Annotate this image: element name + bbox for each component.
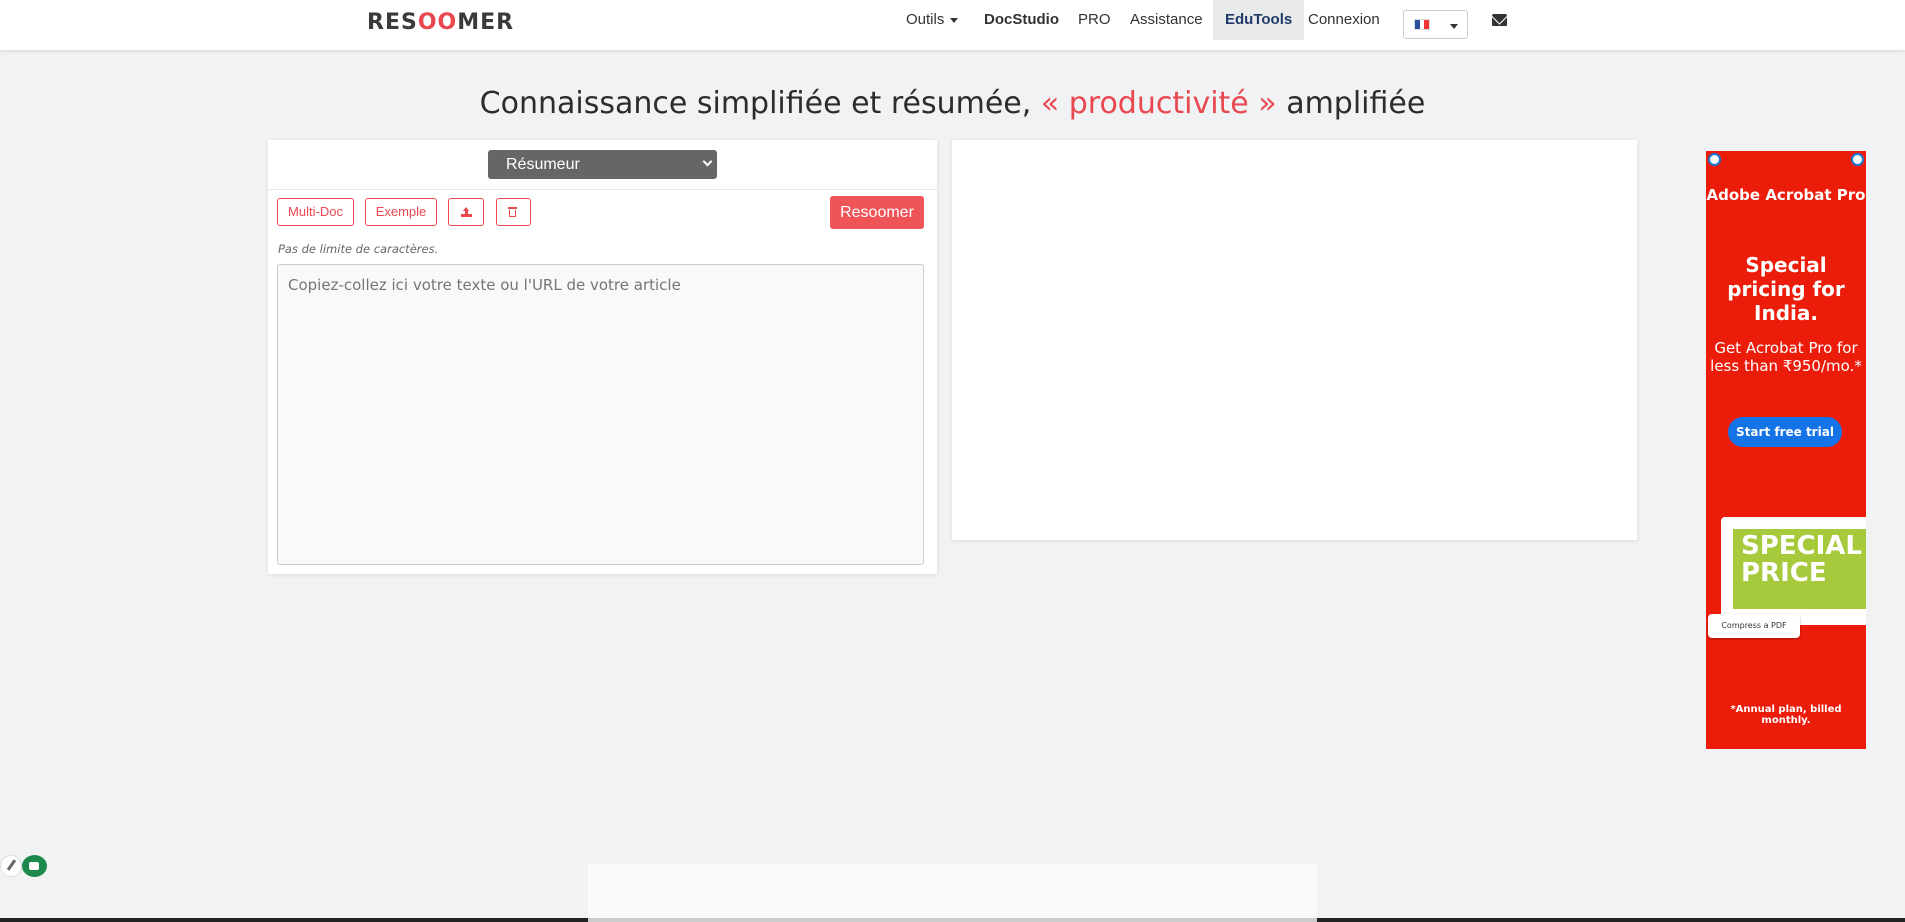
envelope-icon[interactable] (1492, 14, 1507, 26)
nav-item-outils[interactable]: Outils (906, 0, 959, 40)
nav-item-connexion[interactable]: Connexion (1308, 0, 1380, 40)
ad-headline: Special pricing for India. (1727, 253, 1845, 325)
caret-down-icon (950, 17, 959, 23)
mode-select[interactable]: Résumeur (488, 150, 717, 179)
fr-flag-icon (1414, 19, 1430, 30)
input-panel: Résumeur Multi-Doc Exemple Resoomer Pas … (268, 140, 937, 574)
example-button[interactable]: Exemple (365, 198, 437, 226)
chevron-down-icon (702, 156, 713, 167)
character-limit-note: Pas de limite de caractères. (278, 242, 439, 256)
ad-brand: Adobe Acrobat Pro (1706, 186, 1866, 204)
ad-choices-icon[interactable] (1851, 153, 1864, 166)
page-headline: Connaissance simplifiée et résumée, « pr… (479, 86, 1426, 121)
divider (268, 189, 937, 190)
trash-icon (508, 207, 517, 217)
extension-widget[interactable] (0, 855, 48, 877)
ad-product-image: SPECIAL PRICE (1721, 517, 1866, 625)
ad-disclaimer: *Annual plan, billed monthly. (1730, 704, 1842, 726)
language-selector[interactable] (1403, 10, 1468, 39)
nav-item-docstudio[interactable]: DocStudio (984, 0, 1059, 40)
ad-cta-button[interactable]: Start free trial (1728, 417, 1842, 447)
resoomer-logo[interactable]: RESOOMER (367, 10, 514, 35)
bottom-bar (0, 918, 1905, 922)
bottom-ad-slot (588, 864, 1317, 922)
robot-icon[interactable] (22, 855, 47, 877)
ad-compress-pdf-label: Compress a PDF (1708, 614, 1800, 638)
pencil-icon[interactable] (0, 855, 22, 877)
nav-item-assistance[interactable]: Assistance (1130, 0, 1203, 40)
multi-doc-button[interactable]: Multi-Doc (277, 198, 354, 226)
text-input[interactable] (277, 264, 924, 565)
nav-item-edutools[interactable]: EduTools (1213, 0, 1305, 40)
summary-output-panel (952, 140, 1637, 540)
clear-button[interactable] (496, 198, 531, 226)
top-navbar: RESOOMER Outils DocStudio PRO Assistance… (0, 0, 1905, 50)
ad-body: Get Acrobat Pro for less than ₹950/mo.* (1710, 339, 1862, 375)
caret-down-icon (1450, 24, 1458, 29)
advertisement[interactable]: Adobe Acrobat Pro Special pricing for In… (1706, 151, 1866, 749)
nav-item-pro[interactable]: PRO (1078, 0, 1111, 40)
ad-info-icon[interactable] (1708, 153, 1721, 166)
upload-button[interactable] (448, 198, 484, 226)
upload-icon (461, 207, 472, 217)
resoomer-submit-button[interactable]: Resoomer (830, 196, 924, 229)
